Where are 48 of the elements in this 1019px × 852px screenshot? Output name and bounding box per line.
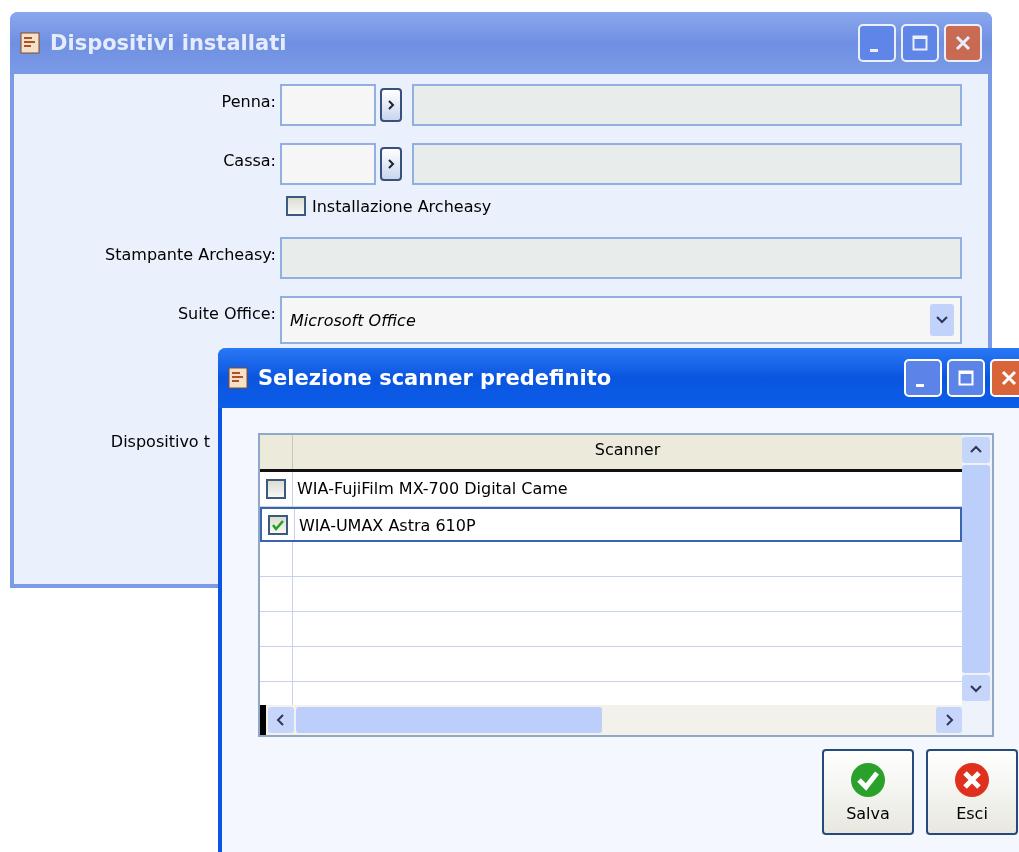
code-field[interactable] [280, 84, 376, 126]
horizontal-scrollbar[interactable] [260, 705, 962, 735]
close-icon [955, 35, 971, 51]
field-label: Cassa: [222, 150, 277, 170]
field-label: Penna: [220, 91, 277, 111]
lookup-button[interactable] [380, 88, 402, 122]
checkmark-icon [850, 761, 886, 798]
field-label: Suite Office: [176, 303, 277, 323]
window-title: Dispositivi installati [50, 31, 287, 55]
table-row[interactable]: WIA-UMAX Astra 610P [260, 507, 962, 542]
maximize-button[interactable] [901, 24, 939, 62]
row-checkbox[interactable] [266, 479, 286, 499]
close-button[interactable] [944, 24, 982, 62]
close-button[interactable] [990, 359, 1019, 397]
maximize-button[interactable] [947, 359, 985, 397]
minimize-icon [916, 383, 924, 387]
lookup-button[interactable] [380, 147, 402, 181]
office-dropdown[interactable]: Microsoft Office [280, 296, 962, 344]
document-icon [20, 32, 40, 54]
scroll-down-icon[interactable] [962, 675, 990, 701]
field-label: Dispositivo t [109, 432, 211, 451]
scroll-left-icon[interactable] [268, 707, 294, 733]
scroll-thumb[interactable] [962, 465, 990, 673]
minimize-button[interactable] [904, 359, 942, 397]
scroll-up-icon[interactable] [962, 437, 990, 463]
chevron-right-icon [387, 159, 395, 169]
save-button[interactable]: Salva [822, 749, 914, 835]
scroll-right-icon[interactable] [936, 707, 962, 733]
table-row[interactable]: WIA-FujiFilm MX-700 Digital Came [260, 472, 962, 507]
vertical-scrollbar[interactable] [962, 435, 992, 735]
maximize-icon [958, 370, 974, 386]
minimize-button[interactable] [858, 24, 896, 62]
scanner-name: WIA-UMAX Astra 610P [298, 515, 476, 537]
code-field[interactable] [280, 143, 376, 185]
close-icon [1001, 370, 1017, 386]
scanner-name: WIA-FujiFilm MX-700 Digital Came [296, 478, 568, 500]
field-label: Stampante Archeasy: [104, 244, 277, 264]
chevron-right-icon [387, 100, 395, 110]
minimize-icon [870, 48, 878, 52]
window-title: Selezione scanner predefinito [258, 366, 612, 390]
row-marker [260, 705, 266, 735]
scroll-thumb[interactable] [296, 707, 602, 733]
archeasy-checkbox[interactable]: Installazione Archeasy [280, 196, 962, 216]
close-icon [954, 761, 990, 798]
row-checkbox[interactable] [268, 514, 288, 535]
exit-button[interactable]: Esci [926, 749, 1018, 835]
document-icon [228, 367, 248, 389]
maximize-icon [912, 35, 928, 51]
